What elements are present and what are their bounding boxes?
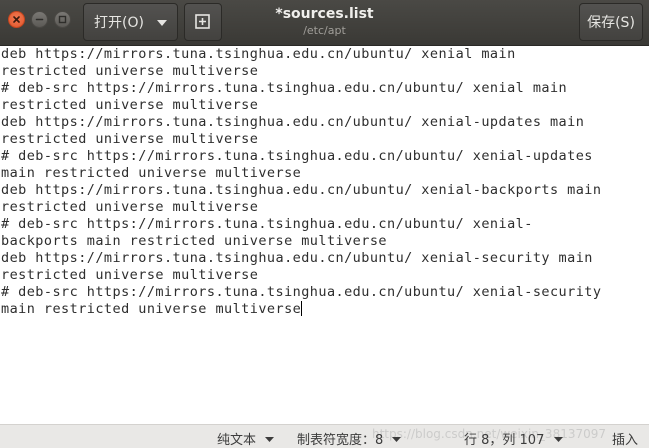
chevron-down-icon	[392, 437, 402, 442]
editor-line: # deb-src https://mirrors.tuna.tsinghua.…	[1, 148, 593, 164]
chevron-down-icon	[265, 437, 275, 442]
editor-line: restricted universe multiverse	[1, 63, 259, 79]
header-bar: 打开(O) *sources.list /etc/apt 保存(S)	[0, 0, 649, 46]
save-button[interactable]: 保存(S)	[579, 3, 643, 41]
text-cursor	[301, 301, 303, 316]
status-bar: https://blog.csdn.net/weixin_38137097 纯文…	[0, 424, 649, 448]
editor-line: deb https://mirrors.tuna.tsinghua.edu.cn…	[1, 182, 602, 198]
editor-line-text: main restricted universe multiverse	[1, 301, 302, 317]
window-subtitle: /etc/apt	[303, 24, 346, 37]
editor-line: restricted universe multiverse	[1, 267, 259, 283]
editor-line: deb https://mirrors.tuna.tsinghua.edu.cn…	[1, 114, 585, 130]
tab-width-label: 制表符宽度：8	[297, 433, 384, 448]
editor-line: # deb-src https://mirrors.tuna.tsinghua.…	[1, 80, 568, 96]
language-selector[interactable]: 纯文本	[217, 429, 275, 448]
editor-line: restricted universe multiverse	[1, 199, 259, 215]
editor-line: restricted universe multiverse	[1, 97, 259, 113]
chevron-down-icon	[553, 437, 563, 442]
editor-line: deb https://mirrors.tuna.tsinghua.edu.cn…	[1, 46, 516, 62]
editor-line: # deb-src https://mirrors.tuna.tsinghua.…	[1, 216, 533, 232]
insert-mode-indicator: 插入	[612, 433, 639, 448]
cursor-position[interactable]: 行 8，列 107	[464, 429, 563, 448]
editor-line: # deb-src https://mirrors.tuna.tsinghua.…	[1, 284, 602, 300]
tab-width-selector[interactable]: 制表符宽度：8	[297, 429, 402, 448]
window-title: *sources.list	[275, 6, 374, 22]
editor-line-last: main restricted universe multiverse	[1, 301, 303, 318]
editor-line: restricted universe multiverse	[1, 131, 259, 147]
cursor-position-label: 行 8，列 107	[464, 433, 545, 448]
language-label: 纯文本	[217, 433, 257, 448]
editor-line: backports main restricted universe multi…	[1, 233, 387, 249]
editor-line: main restricted universe multiverse	[1, 165, 302, 181]
save-button-label: 保存(S)	[587, 15, 635, 31]
text-editor-area[interactable]: deb https://mirrors.tuna.tsinghua.edu.cn…	[0, 46, 649, 424]
editor-line: deb https://mirrors.tuna.tsinghua.edu.cn…	[1, 250, 593, 266]
